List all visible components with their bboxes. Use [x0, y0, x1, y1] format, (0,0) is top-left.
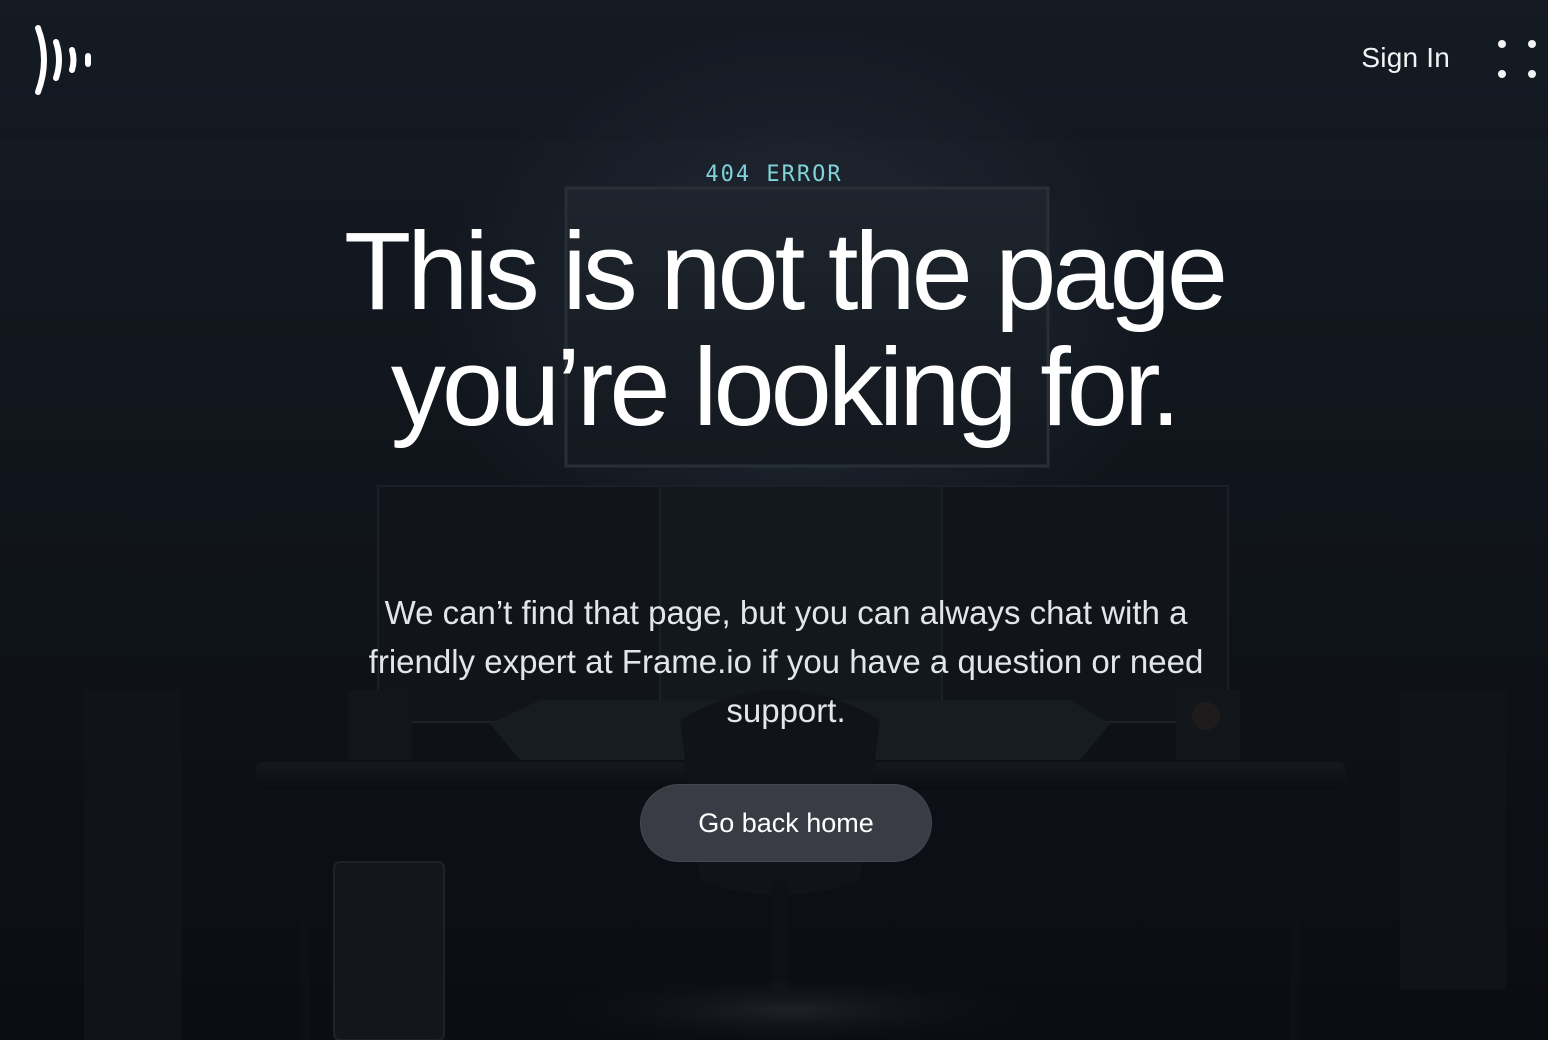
sign-in-link[interactable]: Sign In: [1361, 42, 1450, 74]
background-scene: [0, 0, 1548, 1040]
frameio-logo-icon[interactable]: [30, 24, 100, 96]
computer-tower-shape: [333, 861, 445, 1040]
floor-light-shape: [530, 970, 1050, 1040]
left-tower-speaker-shape: [84, 690, 182, 1040]
right-tower-speaker-shape: [1400, 690, 1506, 990]
go-back-home-button[interactable]: Go back home: [640, 784, 932, 862]
page-title: This is not the page you’re looking for.: [343, 210, 1228, 449]
error-code-label: 404 ERROR: [705, 162, 843, 187]
studio-illustration: [0, 0, 1548, 1040]
page-background: Sign In 404 ERROR This is not the page y…: [0, 0, 1548, 1040]
desk-leg-left-shape: [300, 790, 310, 1040]
chair-stem-shape: [772, 880, 788, 990]
grid-dots-icon[interactable]: [1498, 40, 1538, 80]
desk-leg-right-shape: [1290, 790, 1300, 1040]
error-description: We can’t find that page, but you can alw…: [368, 594, 1204, 729]
